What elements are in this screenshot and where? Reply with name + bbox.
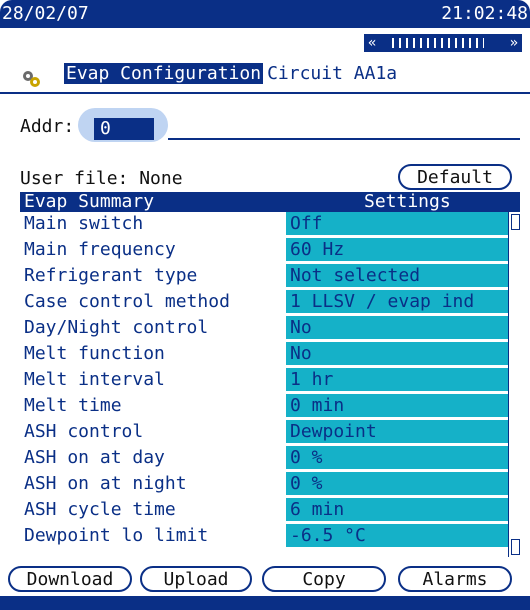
user-file-label: User file: None [20, 168, 183, 189]
setting-name: Main frequency [24, 239, 176, 260]
address-label: Addr: [20, 116, 75, 137]
setting-name: Refrigerant type [24, 265, 198, 286]
table-row[interactable]: Main switch Off [20, 212, 520, 235]
table-row[interactable]: Melt interval 1 hr [20, 368, 520, 391]
setting-value[interactable]: No [286, 316, 508, 339]
table-row[interactable]: Refrigerant type Not selected [20, 264, 520, 287]
table-row[interactable]: ASH cycle time 6 min [20, 498, 520, 521]
table-row[interactable]: ASH on at day 0 % [20, 446, 520, 469]
alarms-button[interactable]: Alarms [398, 566, 512, 592]
screen-header: « » Evap Configuration Circuit AA1a [0, 28, 530, 92]
upload-button[interactable]: Upload [140, 566, 252, 592]
gear-icon [20, 67, 42, 89]
setting-name: Main switch [24, 213, 144, 234]
scroll-left-button[interactable]: « [368, 34, 376, 52]
setting-value[interactable]: 0 % [286, 472, 508, 495]
table-row[interactable]: ASH control Dewpoint [20, 420, 520, 443]
header-settings: Settings [364, 191, 451, 212]
setting-name: ASH on at night [24, 473, 187, 494]
setting-value[interactable]: 60 Hz [286, 238, 508, 261]
default-button[interactable]: Default [398, 164, 512, 190]
table-row[interactable]: Dewpoint lo limit -6.5 °C [20, 524, 520, 547]
setting-value[interactable]: Off [286, 212, 508, 235]
setting-value[interactable]: 0 % [286, 446, 508, 469]
address-area: Addr: 0 [0, 92, 530, 154]
setting-value[interactable]: 1 LLSV / evap ind [286, 290, 508, 313]
download-button[interactable]: Download [8, 566, 132, 592]
title-circuit: Circuit AA1a [267, 63, 398, 84]
table-header: Evap Summary Settings [20, 192, 520, 212]
status-bar: 28/02/07 21:02:48 [0, 0, 530, 28]
setting-value[interactable]: No [286, 342, 508, 365]
setting-name: Dewpoint lo limit [24, 525, 209, 546]
setting-value[interactable]: Dewpoint [286, 420, 508, 443]
table-row[interactable]: Case control method 1 LLSV / evap ind [20, 290, 520, 313]
setting-name: ASH cycle time [24, 499, 176, 520]
setting-value[interactable]: Not selected [286, 264, 508, 287]
address-input[interactable]: 0 [94, 118, 154, 140]
app-frame: 28/02/07 21:02:48 « » Evap Configuration… [0, 0, 530, 610]
screen-title: Evap Configuration Circuit AA1a [64, 62, 397, 86]
setting-value[interactable]: 0 min [286, 394, 508, 417]
copy-button[interactable]: Copy [262, 566, 386, 592]
setting-value[interactable]: -6.5 °C [286, 524, 508, 547]
address-underline [168, 138, 520, 140]
table-row[interactable]: Day/Night control No [20, 316, 520, 339]
setting-name: Melt interval [24, 369, 165, 390]
settings-table: Evap Summary Settings Main switch Off Ma… [20, 192, 520, 588]
horizontal-scroller[interactable]: « » [364, 34, 522, 52]
time-display: 21:02:48 [441, 3, 528, 24]
vertical-scrollbar[interactable] [508, 212, 520, 557]
setting-name: Melt function [24, 343, 165, 364]
scroll-down-button[interactable] [511, 539, 520, 555]
table-rows: Main switch Off Main frequency 60 Hz Ref… [20, 212, 520, 588]
header-summary: Evap Summary [24, 191, 155, 212]
scroll-right-button[interactable]: » [510, 34, 518, 52]
table-row[interactable]: Main frequency 60 Hz [20, 238, 520, 261]
table-row[interactable]: Melt time 0 min [20, 394, 520, 417]
table-row[interactable]: Melt function No [20, 342, 520, 365]
setting-name: Case control method [24, 291, 230, 312]
setting-name: ASH on at day [24, 447, 165, 468]
setting-value[interactable]: 1 hr [286, 368, 508, 391]
button-bar: Download Upload Copy Alarms [0, 566, 530, 596]
title-highlighted: Evap Configuration [64, 63, 264, 84]
bottom-bar [0, 596, 530, 610]
scroll-up-button[interactable] [511, 214, 520, 230]
setting-name: ASH control [24, 421, 144, 442]
scroll-track[interactable] [392, 38, 484, 48]
setting-name: Melt time [24, 395, 122, 416]
table-row[interactable]: ASH on at night 0 % [20, 472, 520, 495]
setting-value[interactable]: 6 min [286, 498, 508, 521]
setting-name: Day/Night control [24, 317, 209, 338]
date-display: 28/02/07 [2, 3, 89, 24]
